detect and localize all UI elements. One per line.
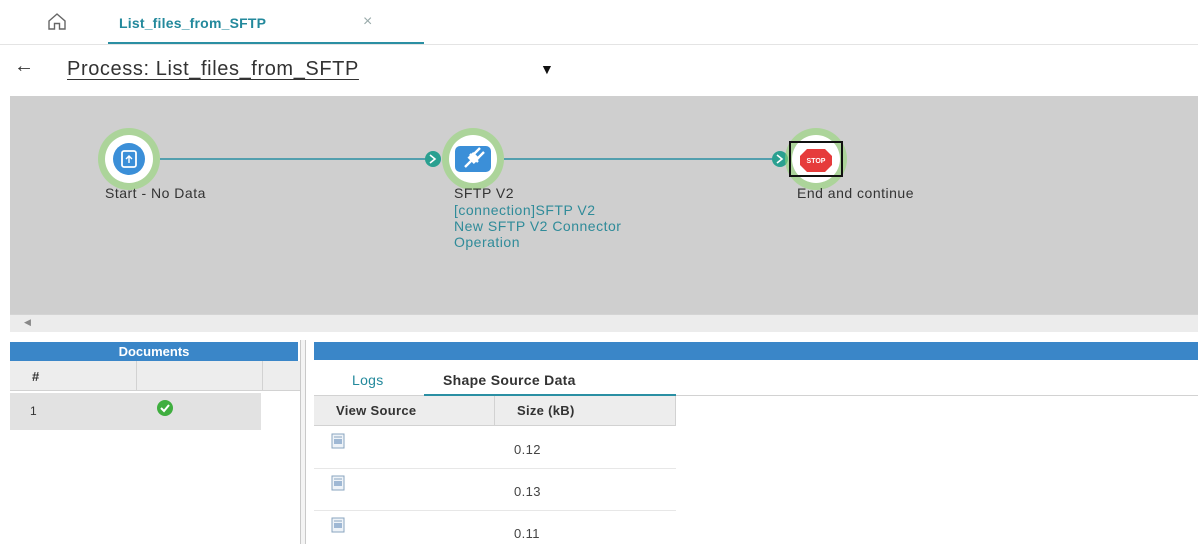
tab-label[interactable]: List_files_from_SFTP (119, 15, 266, 31)
column-label: Size (kB) (517, 403, 575, 418)
documents-header: Documents (10, 342, 298, 361)
process-canvas[interactable]: STOP Start - No Data SFTP V2 [connection… (10, 96, 1198, 314)
panel-splitter[interactable] (300, 340, 306, 544)
document-icon[interactable] (330, 475, 346, 491)
documents-column-header: # (10, 361, 300, 391)
column-view-source[interactable]: View Source (314, 396, 495, 426)
canvas-scrollbar[interactable]: ◀ (10, 314, 1198, 332)
node-sublabel: [connection]SFTP V2 (454, 202, 596, 218)
source-tabs: Logs Shape Source Data (314, 360, 1198, 396)
document-icon[interactable] (330, 433, 346, 449)
tab-bar: List_files_from_SFTP × (0, 0, 1198, 45)
size-value: 0.13 (514, 484, 541, 499)
table-row[interactable]: 0.11 (314, 511, 676, 544)
connector-arrow-badge[interactable] (425, 151, 441, 167)
tab-shape-source-data[interactable]: Shape Source Data (424, 364, 676, 396)
document-icon[interactable] (330, 517, 346, 533)
canvas-diagram: STOP (98, 128, 847, 190)
source-panel-header (314, 342, 1198, 360)
node-label-sftp: SFTP V2 (454, 185, 515, 201)
size-value: 0.11 (514, 526, 540, 541)
stop-icon: STOP (800, 149, 832, 172)
sftp-shape[interactable] (442, 128, 504, 190)
column-label: View Source (336, 403, 417, 418)
back-arrow-icon[interactable]: ← (14, 55, 34, 78)
close-icon[interactable]: × (363, 13, 372, 31)
column-status[interactable] (137, 361, 263, 391)
table-row[interactable]: 0.12 (314, 427, 676, 469)
check-circle-icon (157, 400, 173, 416)
hash-label: # (32, 369, 40, 384)
tab-shape-source-data-label: Shape Source Data (443, 372, 576, 388)
node-label-end: End and continue (797, 185, 914, 201)
start-shape[interactable] (98, 128, 160, 190)
column-hash[interactable]: # (10, 361, 137, 391)
document-number: 1 (30, 404, 37, 418)
stop-label: STOP (807, 158, 826, 165)
node-sublabel: Operation (454, 234, 520, 250)
chevron-down-icon[interactable]: ▼ (540, 61, 554, 77)
tab-logs[interactable]: Logs (352, 372, 384, 388)
page-title[interactable]: Process: List_files_from_SFTP (67, 58, 359, 81)
column-size[interactable]: Size (kB) (495, 396, 676, 426)
end-shape[interactable]: STOP (785, 128, 847, 190)
tab-process[interactable]: List_files_from_SFTP × (108, 0, 424, 44)
node-label-start: Start - No Data (105, 185, 206, 201)
table-header: View Source Size (kB) (314, 396, 676, 426)
home-icon[interactable] (47, 11, 67, 31)
scroll-left-icon[interactable]: ◀ (24, 317, 31, 328)
node-sublabel: New SFTP V2 Connector (454, 218, 622, 234)
table-row[interactable]: 0.13 (314, 469, 676, 511)
size-value: 0.12 (514, 442, 541, 457)
document-row[interactable]: 1 (10, 393, 261, 430)
